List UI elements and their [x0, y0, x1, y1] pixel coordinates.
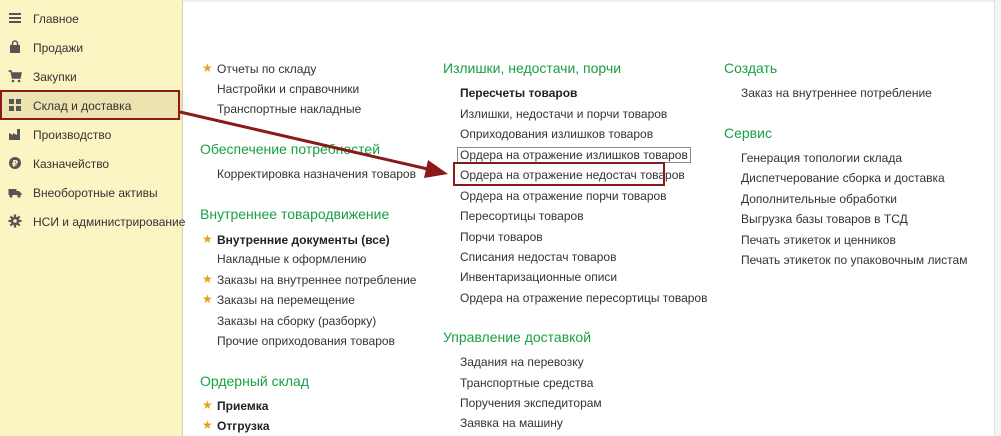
link-shipping[interactable]: Отгрузка: [217, 419, 270, 433]
link-dispatching[interactable]: Диспетчерование сборка и доставка: [741, 171, 945, 185]
link-internal-docs[interactable]: Внутренние документы (все): [217, 233, 390, 247]
factory-icon: [9, 129, 20, 140]
sidebar-item-fixed-assets[interactable]: Внеоборотные активы: [0, 178, 182, 207]
link-surplus-orders[interactable]: Ордера на отражение излишков товаров: [457, 147, 691, 163]
group-title-surplus: Излишки, недостачи, порчи: [443, 60, 622, 76]
link-topology-generation[interactable]: Генерация топологии склада: [741, 151, 902, 165]
link-internal-consumption-orders[interactable]: Заказы на внутреннее потребление: [217, 273, 416, 287]
coin-icon: ₽: [9, 157, 21, 170]
favorite-star-icon[interactable]: ★: [202, 232, 213, 246]
link-transfer-orders[interactable]: Заказы на перемещение: [217, 293, 355, 307]
favorite-star-icon[interactable]: ★: [202, 272, 213, 286]
link-extra-processing[interactable]: Дополнительные обработки: [741, 192, 897, 206]
shortage-orders-highlight: [453, 162, 665, 186]
link-print-labels[interactable]: Печать этикеток и ценников: [741, 233, 896, 247]
favorite-star-icon[interactable]: ★: [202, 418, 213, 432]
top-divider: [183, 0, 995, 2]
link-print-package-labels[interactable]: Печать этикеток по упаковочным листам: [741, 253, 967, 267]
group-title-provision: Обеспечение потребностей: [200, 141, 381, 157]
sidebar-item-label: Производство: [33, 128, 112, 142]
sidebar-item-label: Закупки: [33, 70, 77, 84]
sidebar-item-label: Главное: [33, 12, 79, 26]
menu-lines-icon: [9, 13, 21, 23]
group-title-internal: Внутреннее товародвижение: [200, 206, 390, 222]
group-title-delivery: Управление доставкой: [443, 329, 592, 345]
sidebar-item-admin[interactable]: НСИ и администрирование: [0, 207, 186, 236]
sidebar: Главное Продажи Закупки Склад и доставка…: [0, 0, 186, 436]
shopping-cart-icon: [8, 70, 22, 83]
svg-text:₽: ₽: [12, 160, 18, 170]
gear-icon: [8, 214, 22, 228]
sidebar-item-purchases[interactable]: Закупки: [0, 62, 182, 91]
link-transport-waybills[interactable]: Транспортные накладные: [217, 102, 361, 116]
sidebar-item-sales[interactable]: Продажи: [0, 33, 182, 62]
link-forwarder-orders[interactable]: Поручения экспедиторам: [460, 396, 602, 410]
truck-icon: [8, 189, 22, 198]
group-title-service: Сервис: [724, 125, 772, 141]
link-surplus-receipts[interactable]: Оприходования излишков товаров: [460, 127, 653, 141]
shopping-bag-icon: [10, 40, 20, 53]
link-transport-tasks[interactable]: Задания на перевозку: [460, 355, 584, 369]
link-warehouse-reports[interactable]: Отчеты по складу: [217, 62, 316, 76]
favorite-star-icon[interactable]: ★: [202, 292, 213, 306]
link-invoices-to-process[interactable]: Накладные к оформлению: [217, 252, 366, 266]
link-vehicle-request[interactable]: Заявка на машину: [460, 416, 563, 430]
link-spoilage-orders[interactable]: Ордера на отражение порчи товаров: [460, 189, 667, 203]
sidebar-item-main[interactable]: Главное: [0, 4, 182, 33]
sidebar-item-label: НСИ и администрирование: [33, 215, 186, 229]
link-assembly-orders[interactable]: Заказы на сборку (разборку): [217, 314, 376, 328]
sidebar-item-production[interactable]: Производство: [0, 120, 182, 149]
group-title-create: Создать: [724, 60, 778, 76]
link-regrading-orders[interactable]: Ордера на отражение пересортицы товаров: [460, 291, 707, 305]
scrollbar[interactable]: [994, 0, 1001, 436]
link-shortage-writeoffs[interactable]: Списания недостач товаров: [460, 250, 616, 264]
link-spoilage[interactable]: Порчи товаров: [460, 230, 543, 244]
active-item-highlight: [0, 90, 180, 120]
link-inventory-lists[interactable]: Инвентаризационные описи: [460, 270, 617, 284]
link-goods-assignment[interactable]: Корректировка назначения товаров: [217, 167, 416, 181]
sidebar-item-label: Продажи: [33, 41, 84, 55]
link-other-receipts[interactable]: Прочие оприходования товаров: [217, 334, 395, 348]
link-create-consumption-order[interactable]: Заказ на внутреннее потребление: [741, 86, 932, 100]
link-goods-recount[interactable]: Пересчеты товаров: [460, 86, 577, 100]
sidebar-item-label: Внеоборотные активы: [33, 186, 158, 200]
favorite-star-icon[interactable]: ★: [202, 398, 213, 412]
link-vehicles[interactable]: Транспортные средства: [460, 376, 593, 390]
link-tsd-export[interactable]: Выгрузка базы товаров в ТСД: [741, 212, 908, 226]
group-title-order-warehouse: Ордерный склад: [200, 373, 310, 389]
favorite-star-icon[interactable]: ★: [202, 61, 213, 75]
sidebar-item-treasury[interactable]: ₽ Казначейство: [0, 149, 182, 178]
link-receiving[interactable]: Приемка: [217, 399, 268, 413]
link-settings[interactable]: Настройки и справочники: [217, 82, 359, 96]
sidebar-item-label: Казначейство: [33, 157, 110, 171]
link-regrading[interactable]: Пересортицы товаров: [460, 209, 584, 223]
link-surplus-shortage-spoilage[interactable]: Излишки, недостачи и порчи товаров: [460, 107, 667, 121]
